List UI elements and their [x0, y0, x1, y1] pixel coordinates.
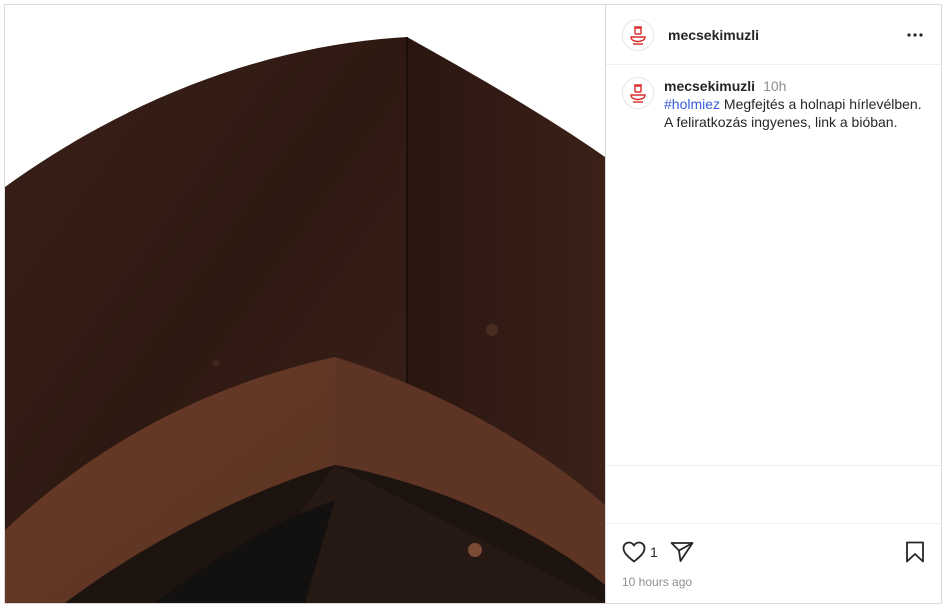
- save-button[interactable]: [905, 541, 925, 563]
- caption-hashtag-link[interactable]: #holmiez: [664, 96, 720, 112]
- caption-body: mecsekimuzli 10h #holmiez Megfejtés a ho…: [664, 77, 925, 131]
- more-options-button[interactable]: [903, 23, 927, 47]
- caption-section: mecsekimuzli 10h #holmiez Megfejtés a ho…: [606, 65, 941, 465]
- header-username[interactable]: mecsekimuzli: [668, 27, 759, 43]
- share-button[interactable]: [670, 541, 694, 563]
- post-sidebar: mecsekimuzli mecsekimuzli 10h #holmiez M…: [605, 5, 941, 603]
- post-card: mecsekimuzli mecsekimuzli 10h #holmiez M…: [4, 4, 942, 604]
- divider: [606, 465, 941, 523]
- send-icon: [670, 542, 694, 562]
- museum-logo-icon: [626, 81, 650, 105]
- caption-avatar[interactable]: [622, 77, 654, 109]
- action-buttons-row: 1: [622, 538, 925, 566]
- post-header: mecsekimuzli: [606, 5, 941, 65]
- bookmark-icon: [906, 541, 924, 563]
- caption-relative-time: 10h: [763, 78, 787, 94]
- like-count[interactable]: 1: [650, 544, 658, 560]
- rusted-steel-sculpture-image: [5, 5, 605, 603]
- caption-meta: mecsekimuzli 10h: [664, 77, 925, 95]
- avatar[interactable]: [622, 18, 654, 51]
- caption-text-block: #holmiez Megfejtés a holnapi hírlevélben…: [664, 95, 925, 131]
- action-bar: 1 10 hours ago: [606, 523, 941, 603]
- post-image[interactable]: [5, 5, 605, 603]
- caption-username[interactable]: mecsekimuzli: [664, 77, 755, 95]
- post-timestamp[interactable]: 10 hours ago: [622, 575, 925, 589]
- heart-icon: [622, 541, 646, 563]
- like-button[interactable]: [622, 541, 646, 563]
- museum-logo-icon: [626, 22, 650, 47]
- more-horizontal-icon: [907, 32, 923, 37]
